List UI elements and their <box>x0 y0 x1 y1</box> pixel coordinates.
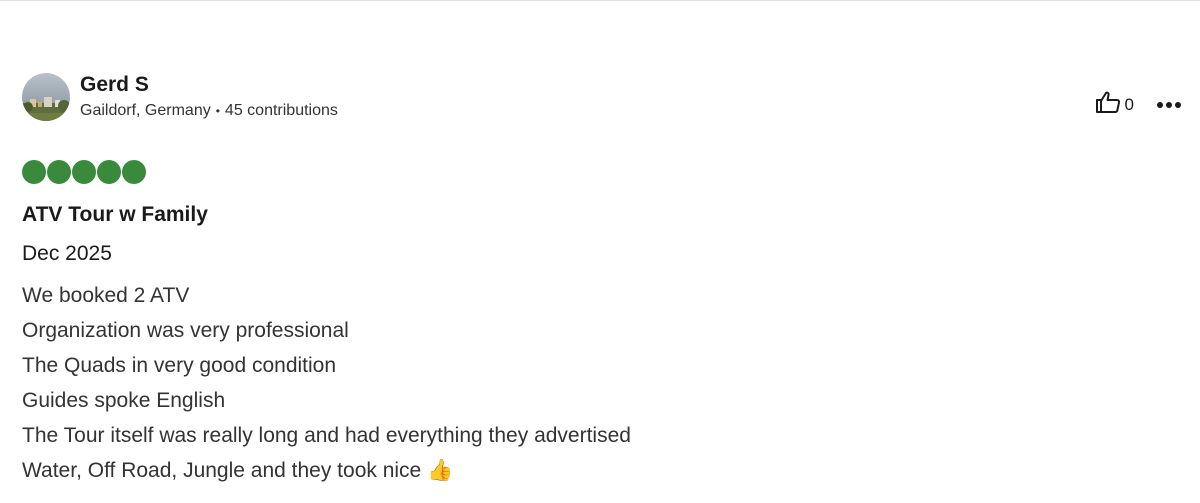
review-line: The Tour itself was really long and had … <box>22 424 631 447</box>
meta-separator: • <box>215 104 220 118</box>
review-body: We booked 2 ATV Organization was very pr… <box>22 278 631 488</box>
thumbs-up-outline-icon <box>1095 90 1121 119</box>
review-actions: 0 <box>1093 88 1184 121</box>
review-line: Guides spoke English <box>22 389 226 412</box>
filled-rating-bubble <box>22 160 46 184</box>
review-date: Dec 2025 <box>22 242 112 265</box>
author-location: Gaildorf, Germany <box>80 102 211 119</box>
divider <box>0 0 1200 1</box>
author-name[interactable]: Gerd S <box>80 72 338 98</box>
helpful-vote-button[interactable]: 0 <box>1093 88 1136 121</box>
review-line: Water, Off Road, Jungle and they took ni… <box>22 459 454 482</box>
more-options-button[interactable] <box>1154 94 1184 116</box>
review-title: ATV Tour w Family <box>22 203 208 226</box>
author-info: Gerd S Gaildorf, Germany • 45 contributi… <box>80 72 338 121</box>
filled-rating-bubble <box>122 160 146 184</box>
rating-bubbles <box>22 160 147 184</box>
review-line: The Quads in very good condition <box>22 354 337 377</box>
filled-rating-bubble <box>72 160 96 184</box>
author-contributions: 45 contributions <box>224 102 338 119</box>
review-line: We booked 2 ATV <box>22 284 190 307</box>
review-card: Gerd S Gaildorf, Germany • 45 contributi… <box>0 0 1200 503</box>
review-author: Gerd S Gaildorf, Germany • 45 contributi… <box>22 72 338 121</box>
filled-rating-bubble <box>97 160 121 184</box>
author-meta: Gaildorf, Germany • 45 contributions <box>80 101 338 121</box>
ellipsis-icon <box>1156 96 1182 114</box>
review-line: Organization was very professional <box>22 319 349 342</box>
helpful-count: 0 <box>1124 94 1134 114</box>
avatar[interactable] <box>22 72 70 121</box>
filled-rating-bubble <box>47 160 71 184</box>
